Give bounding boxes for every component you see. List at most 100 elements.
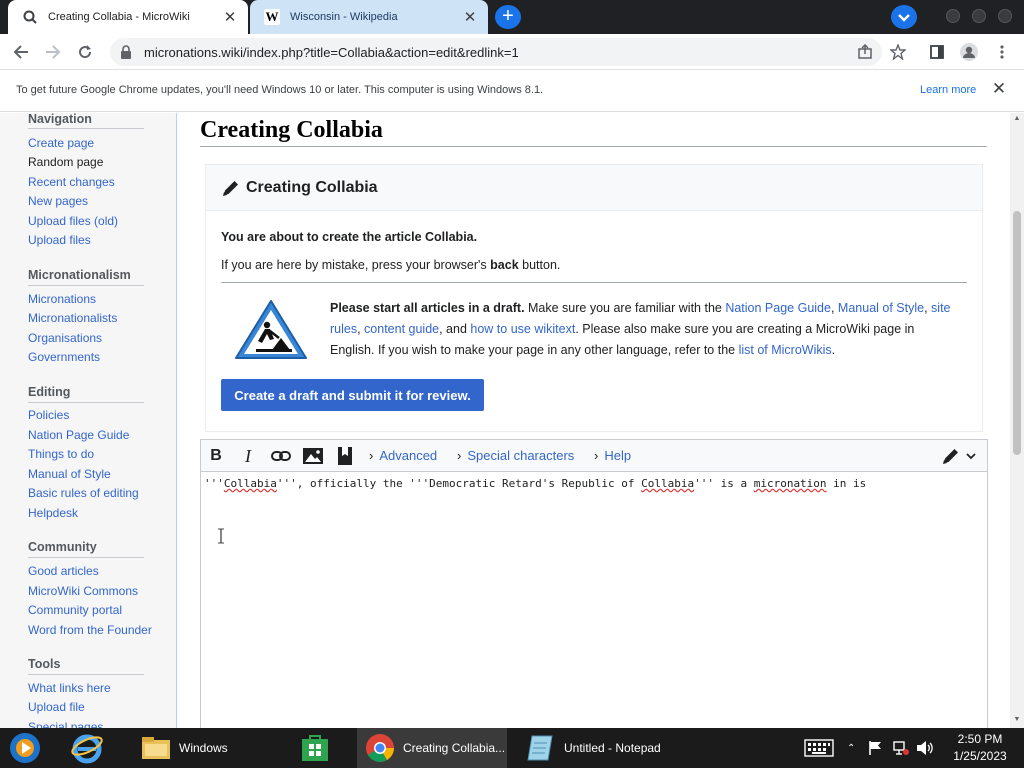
sidebar-item-basic-rules-of-editing[interactable]: Basic rules of editing [28, 486, 139, 500]
media-player-icon[interactable] [8, 728, 48, 768]
sidebar-heading-micronationalism: Micronationalism [28, 268, 131, 282]
sidebar-divider [28, 557, 144, 558]
microwiki-favicon-icon [22, 9, 38, 25]
sidebar-item-micronationalists[interactable]: Micronationalists [28, 311, 117, 325]
internet-explorer-icon[interactable] [70, 728, 110, 768]
tab-creating-collabia[interactable]: Creating Collabia - MicroWiki ✕ [8, 0, 248, 34]
tab-wisconsin-wikipedia[interactable]: W Wisconsin - Wikipedia ✕ [250, 0, 488, 34]
list-of-microwikis-link[interactable]: list of MicroWikis [739, 343, 832, 357]
back-arrow-icon[interactable] [9, 40, 33, 64]
taskbar-item-notepad[interactable]: Untitled - Notepad [518, 728, 673, 768]
sidebar-item-new-pages[interactable]: New pages [28, 194, 88, 208]
tab-strip: Creating Collabia - MicroWiki ✕ W Wiscon… [0, 0, 1024, 34]
sidebar-item-nation-page-guide[interactable]: Nation Page Guide [28, 428, 129, 442]
notice-title: Creating Collabia [246, 179, 378, 196]
scrollbar-thumb[interactable] [1013, 211, 1021, 455]
tab-search-icon[interactable] [891, 5, 917, 29]
close-window-button[interactable] [998, 9, 1012, 23]
sidebar-item-what-links-here[interactable]: What links here [28, 681, 111, 695]
touch-keyboard-icon[interactable] [804, 728, 834, 768]
taskbar-item-chrome[interactable]: Creating Collabia... [357, 728, 507, 768]
learn-more-link[interactable]: Learn more [920, 84, 976, 96]
wiki-sidebar: Navigation Create page Random page Recen… [0, 113, 176, 728]
sidebar-divider [28, 128, 144, 129]
minimize-button[interactable] [946, 9, 960, 23]
clock-time: 2:50 PM [957, 732, 1003, 746]
sidebar-item-policies[interactable]: Policies [28, 408, 69, 422]
sidebar-item-create-page[interactable]: Create page [28, 136, 94, 150]
sidebar-item-organisations[interactable]: Organisations [28, 331, 102, 345]
editor-toolbar: B I › Advanced › Special characters › Help [201, 440, 987, 472]
sidebar-heading-community: Community [28, 540, 97, 554]
create-draft-button[interactable]: Create a draft and submit it for review. [221, 379, 484, 411]
sidebar-item-upload-file[interactable]: Upload file [28, 700, 85, 714]
page-title: Creating Collabia [200, 117, 383, 143]
scroll-up-icon[interactable]: ▲ [1013, 115, 1021, 122]
sidebar-item-random-page[interactable]: Random page [28, 155, 103, 169]
sidebar-item-good-articles[interactable]: Good articles [28, 564, 99, 578]
sidebar-heading-navigation: Navigation [28, 113, 92, 126]
help-toggle[interactable]: › Help [594, 448, 631, 463]
tab-title: Wisconsin - Wikipedia [290, 11, 398, 23]
bookmark-star-icon[interactable] [886, 40, 910, 64]
sidebar-item-upload-files-old[interactable]: Upload files (old) [28, 214, 118, 228]
editor-textarea[interactable]: '''Collabia''', officially the '''Democr… [204, 477, 866, 490]
sidebar-item-helpdesk[interactable]: Helpdesk [28, 506, 78, 520]
special-characters-toggle[interactable]: › Special characters [457, 448, 574, 463]
share-icon[interactable] [853, 40, 877, 64]
sidebar-item-things-to-do[interactable]: Things to do [28, 447, 94, 461]
profile-avatar-icon[interactable] [957, 40, 981, 64]
close-tab-icon[interactable]: ✕ [222, 8, 238, 26]
side-panel-icon[interactable] [925, 40, 949, 64]
sidebar-item-governments[interactable]: Governments [28, 350, 100, 364]
sidebar-divider [28, 285, 144, 286]
sidebar-item-micronations[interactable]: Micronations [28, 292, 96, 306]
new-tab-icon[interactable]: + [495, 5, 521, 29]
store-icon[interactable] [300, 728, 336, 768]
reload-icon[interactable] [73, 40, 97, 64]
sidebar-item-recent-changes[interactable]: Recent changes [28, 175, 115, 189]
page-scrollbar[interactable]: ▲ ▼ [1010, 113, 1024, 728]
sidebar-item-community-portal[interactable]: Community portal [28, 603, 122, 617]
editing-mode-pencil-icon[interactable] [941, 446, 981, 466]
italic-button[interactable]: I [238, 446, 258, 466]
sidebar-item-special-pages[interactable]: Special pages [28, 720, 103, 728]
forward-arrow-icon[interactable] [41, 40, 65, 64]
clock-date: 1/25/2023 [953, 749, 1007, 763]
manual-of-style-link[interactable]: Manual of Style [838, 301, 924, 315]
address-bar[interactable]: micronations.wiki/index.php?title=Collab… [110, 38, 882, 66]
lock-icon[interactable] [120, 45, 134, 59]
sidebar-item-manual-of-style[interactable]: Manual of Style [28, 467, 111, 481]
web-page: Navigation Create page Random page Recen… [0, 113, 1024, 728]
bold-button[interactable]: B [206, 446, 226, 466]
network-icon[interactable] [892, 728, 910, 768]
nation-page-guide-link[interactable]: Nation Page Guide [725, 301, 831, 315]
link-icon[interactable] [271, 446, 291, 466]
scroll-down-icon[interactable]: ▼ [1013, 716, 1021, 723]
tab-title: Creating Collabia - MicroWiki [48, 11, 190, 23]
sidebar-item-microwiki-commons[interactable]: MicroWiki Commons [28, 584, 138, 598]
sidebar-item-word-from-the-founder[interactable]: Word from the Founder [28, 623, 152, 637]
system-clock[interactable]: 2:50 PM 1/25/2023 [940, 731, 1020, 765]
maximize-button[interactable] [972, 9, 986, 23]
chrome-menu-icon[interactable] [990, 40, 1014, 64]
show-hidden-icons-icon[interactable]: ⌃ [847, 728, 855, 768]
taskbar-item-windows-folder[interactable]: Windows [133, 728, 288, 768]
content-guide-link[interactable]: content guide [364, 322, 439, 336]
wikitext-editor: B I › Advanced › Special characters › Help [200, 439, 988, 728]
how-to-use-wikitext-link[interactable]: how to use wikitext [470, 322, 575, 336]
browser-toolbar: micronations.wiki/index.php?title=Collab… [0, 34, 1024, 70]
reference-icon[interactable] [335, 446, 355, 466]
close-infobar-icon[interactable]: ✕ [990, 80, 1008, 98]
action-center-flag-icon[interactable] [868, 728, 882, 768]
notice-header: Creating Collabia [206, 165, 982, 211]
folder-icon [142, 737, 170, 759]
image-icon[interactable] [303, 446, 323, 466]
draft-instructions: Please start all articles in a draft. Ma… [330, 301, 951, 357]
sidebar-item-upload-files[interactable]: Upload files [28, 233, 91, 247]
heading-divider [200, 146, 987, 147]
notice-mistake-text: If you are here by mistake, press your b… [221, 258, 561, 272]
advanced-toggle[interactable]: › Advanced [369, 448, 437, 463]
volume-icon[interactable] [916, 728, 934, 768]
close-tab-icon[interactable]: ✕ [462, 8, 478, 26]
